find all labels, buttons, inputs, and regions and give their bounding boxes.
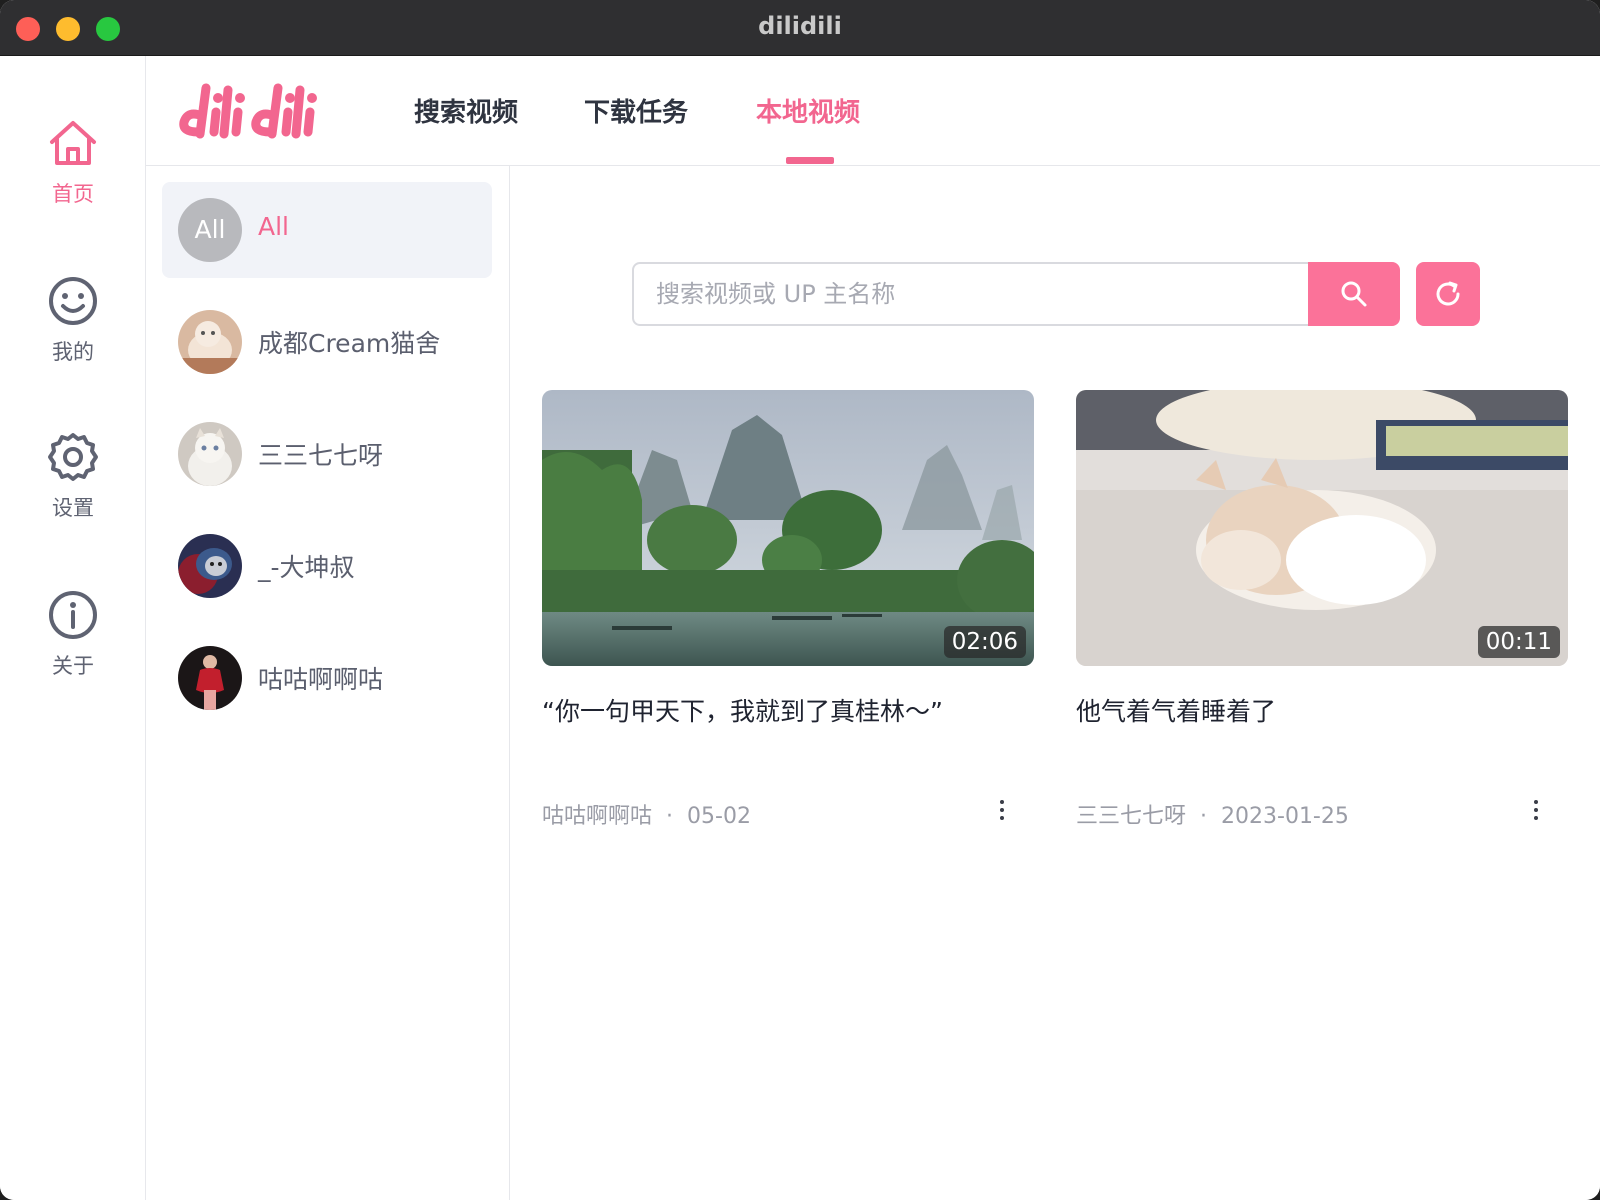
video-duration: 02:06 (943, 626, 1026, 658)
video-title[interactable]: “你一句甲天下，我就到了真桂林～” (542, 692, 1034, 784)
video-thumbnail[interactable]: 02:06 (542, 390, 1034, 666)
refresh-button[interactable] (1416, 262, 1480, 326)
tab-download-tasks[interactable]: 下载任务 (584, 92, 688, 129)
video-date: 2023-01-25 (1221, 804, 1349, 829)
search-input[interactable] (634, 264, 1294, 324)
meta-separator: · (1200, 804, 1208, 829)
uploader-name: 三三七七呀 (258, 441, 384, 470)
uploader-item[interactable]: _-大坤叔 (162, 518, 492, 614)
tab-local-video[interactable]: 本地视频 (756, 92, 860, 129)
uploader-list: All All 成都Cream猫舍 三三七七呀 _-大坤叔 咕咕啊啊咕 (146, 166, 510, 1200)
window-title: dilidili (758, 12, 842, 40)
meta-separator: · (666, 804, 674, 829)
video-card[interactable]: 00:11 他气着气着睡着了 三三七七呀 · 2023-01-25 (1076, 390, 1568, 829)
nav-item-about[interactable]: 关于 (0, 588, 146, 708)
uploader-name: _-大坤叔 (258, 553, 355, 582)
video-uploader[interactable]: 咕咕啊啊咕 (542, 804, 652, 829)
video-duration: 00:11 (1477, 626, 1560, 658)
search-box (632, 262, 1312, 326)
video-date: 05-02 (687, 804, 751, 829)
tab-search-video[interactable]: 搜索视频 (414, 92, 518, 129)
video-title[interactable]: 他气着气着睡着了 (1076, 692, 1568, 784)
top-header: dilidili 搜索视频 下载任务 本地视频 (146, 56, 1600, 166)
search-button[interactable] (1308, 262, 1400, 326)
title-bar: dilidili (0, 0, 1600, 56)
local-video-panel: 02:06 “你一句甲天下，我就到了真桂林～” 咕咕啊啊咕 · 05-02 (510, 166, 1600, 1200)
uploader-name: 成都Cream猫舍 (258, 329, 441, 358)
app-window: dilidili 首页 我的 设置 关于 搜索视频 下载任务 本地视频 All … (0, 0, 1600, 1200)
refresh-icon (1436, 281, 1460, 306)
video-meta: 三三七七呀 · 2023-01-25 (1076, 796, 1568, 829)
more-vertical-icon (1526, 800, 1546, 820)
nav-item-settings[interactable]: 设置 (0, 430, 146, 550)
nav-rail: 首页 我的 设置 关于 (0, 56, 146, 1200)
nav-label-settings: 设置 (52, 496, 94, 520)
avatar (178, 534, 242, 598)
nav-label-mine: 我的 (52, 340, 94, 364)
info-icon (49, 591, 97, 639)
search-icon (1341, 281, 1367, 307)
uploader-item-all[interactable]: All All (162, 182, 492, 278)
avatar: All (178, 198, 242, 262)
avatar (178, 422, 242, 486)
video-meta: 咕咕啊啊咕 · 05-02 (542, 796, 1034, 829)
avatar (178, 310, 242, 374)
nav-label-home: 首页 (52, 182, 94, 206)
uploader-name: All (258, 212, 289, 241)
uploader-item[interactable]: 三三七七呀 (162, 406, 492, 502)
avatar (178, 646, 242, 710)
nav-item-mine[interactable]: 我的 (0, 274, 146, 394)
active-tab-indicator (786, 157, 834, 164)
nav-item-home[interactable]: 首页 (0, 116, 146, 236)
dilidili-logo[interactable]: dilidili (176, 76, 321, 142)
uploader-item[interactable]: 咕咕啊啊咕 (162, 630, 492, 726)
more-options-button[interactable] (992, 796, 1012, 826)
more-options-button[interactable] (1526, 796, 1546, 826)
video-card[interactable]: 02:06 “你一句甲天下，我就到了真桂林～” 咕咕啊啊咕 · 05-02 (542, 390, 1034, 829)
smile-icon (49, 277, 97, 325)
uploader-name: 咕咕啊啊咕 (258, 665, 384, 694)
uploader-item[interactable]: 成都Cream猫舍 (162, 294, 492, 390)
more-vertical-icon (992, 800, 1012, 820)
gear-icon (48, 433, 98, 481)
video-thumbnail[interactable]: 00:11 (1076, 390, 1568, 666)
nav-label-about: 关于 (52, 654, 94, 678)
home-icon (50, 121, 96, 165)
video-uploader[interactable]: 三三七七呀 (1076, 804, 1186, 829)
